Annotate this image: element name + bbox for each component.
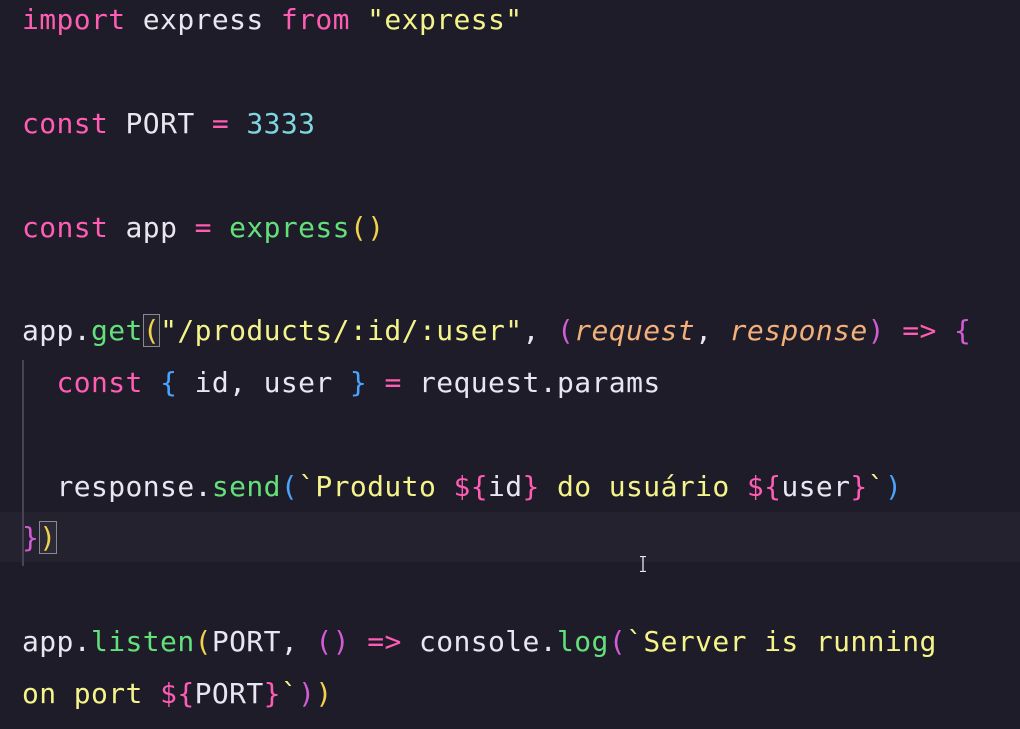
keyword-const: const (22, 107, 109, 140)
operator: = (384, 366, 402, 399)
template-string: on port (22, 677, 161, 710)
identifier: express (125, 3, 281, 36)
template-string: do usuário (539, 470, 747, 503)
identifier: app (108, 211, 195, 244)
identifier: response. (56, 470, 212, 503)
arrow-operator: => (902, 314, 937, 347)
method-call: listen (91, 625, 195, 658)
template-string: `Produto (298, 470, 454, 503)
code-line-6[interactable]: response.send(`Produto ${id} do usuário … (22, 461, 902, 513)
template-delimiter: ${ (453, 470, 488, 503)
code-line-5[interactable]: const { id, user } = request.params (22, 357, 661, 409)
brace: { (160, 366, 178, 399)
method-call: log (557, 625, 609, 658)
function-call: express (229, 211, 350, 244)
template-string: ` (280, 677, 299, 710)
punctuation: , (522, 314, 557, 347)
code-editor[interactable]: import express from "express" const PORT… (0, 0, 1020, 729)
code-line-1[interactable]: import express from "express" (22, 0, 523, 46)
template-delimiter: ${ (746, 470, 782, 503)
identifier: user (781, 470, 851, 503)
method-call: get (91, 314, 143, 347)
paren: ( (280, 470, 299, 503)
identifier: PORT, (211, 625, 316, 658)
template-delimiter: } (850, 470, 868, 503)
number-literal: 3333 (246, 107, 316, 140)
template-string: ` (867, 470, 885, 503)
paren: ) (332, 625, 350, 658)
template-delimiter: ${ (160, 677, 195, 710)
identifier: id (487, 470, 523, 503)
arrow-operator: => (367, 625, 402, 658)
paren: ) (315, 677, 333, 710)
identifier: id, user (177, 366, 350, 399)
paren: ( (557, 314, 575, 347)
paren: ) (367, 211, 385, 244)
bracket-match-close: ) (39, 521, 57, 554)
text-cursor-icon (640, 556, 646, 572)
keyword-const: const (56, 366, 143, 399)
paren: ) (867, 314, 885, 347)
parameter: request (574, 314, 696, 347)
paren: ( (608, 625, 627, 658)
identifier: app. (22, 625, 92, 658)
code-line-3[interactable]: const app = express() (22, 202, 384, 254)
paren: ( (315, 625, 333, 658)
operator: = (194, 211, 212, 244)
string-literal: "express" (367, 3, 523, 36)
brace: } (22, 521, 40, 554)
template-delimiter: } (263, 677, 281, 710)
template-string: `Server is running (626, 625, 937, 658)
identifier: console. (401, 625, 558, 658)
brace: } (349, 366, 368, 399)
keyword-import: import (22, 3, 126, 36)
brace: { (953, 314, 972, 347)
identifier: PORT (108, 107, 212, 140)
paren: ( (349, 211, 368, 244)
bracket-match-open: ( (142, 314, 161, 347)
parameter: response (729, 314, 868, 347)
code-line-2[interactable]: const PORT = 3333 (22, 98, 315, 150)
keyword-const: const (22, 211, 109, 244)
identifier: PORT (194, 677, 264, 710)
paren: ) (884, 470, 903, 503)
code-line-9[interactable]: on port ${PORT}`)) (22, 668, 333, 720)
method-call: send (211, 470, 281, 503)
string-literal: "/products/:id/:user" (160, 314, 523, 347)
operator: = (211, 107, 230, 140)
code-line-4[interactable]: app.get("/products/:id/:user", (request,… (22, 305, 971, 357)
current-line-highlight (0, 512, 1020, 562)
code-line-7[interactable]: }) (22, 512, 57, 564)
punctuation: , (695, 314, 730, 347)
identifier: app. (22, 314, 92, 347)
keyword-from: from (280, 3, 350, 36)
code-line-8[interactable]: app.listen(PORT, () => console.log(`Serv… (22, 616, 937, 668)
identifier: request.params (401, 366, 661, 399)
paren: ) (298, 677, 316, 710)
paren: ( (194, 625, 212, 658)
template-delimiter: } (522, 470, 540, 503)
